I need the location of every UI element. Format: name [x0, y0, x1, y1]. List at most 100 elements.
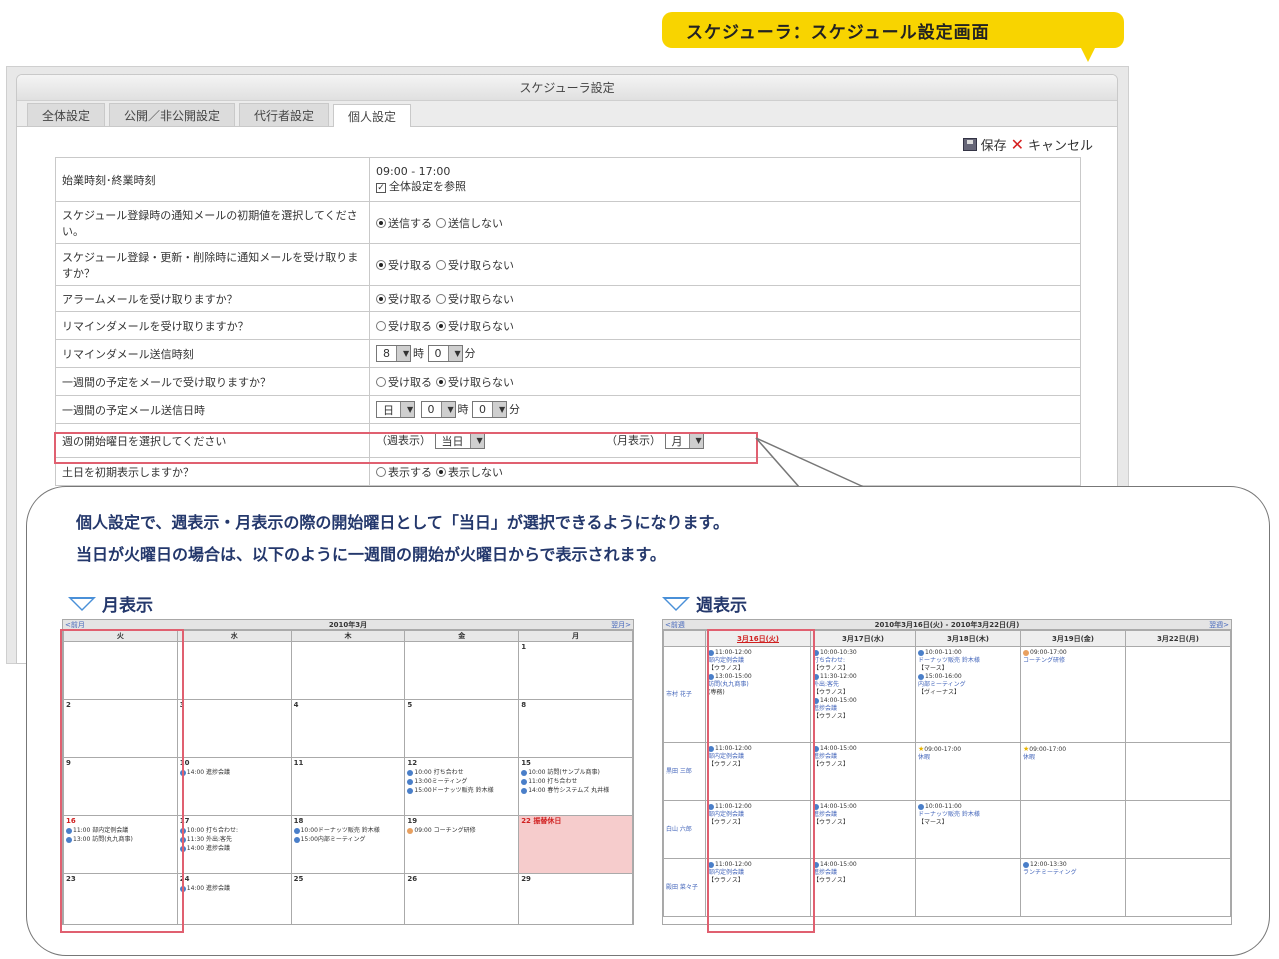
day-cell[interactable]: 8 [518, 699, 633, 758]
schedule-cell[interactable]: 10:00-10:30 打ち合わせ: 【ウラノス】 11:30-12:00 外出:客先【… [810, 646, 916, 743]
tab-visibility[interactable]: 公開／非公開設定 [109, 103, 236, 126]
week-event[interactable]: 14:00-15:00 進捗会議 【ウラノス】 [813, 803, 913, 827]
day-cell[interactable] [176, 641, 292, 700]
use-global-checkbox[interactable]: ✓ [376, 183, 386, 193]
calendar-event[interactable]: 15:00ドーナッツ販売 鈴木様 [407, 786, 516, 795]
day-cell[interactable]: 26 [404, 873, 520, 924]
schedule-cell[interactable]: 14:00-15:00 進捗会議 【ウラノス】 [810, 742, 916, 801]
alarm-no-radio[interactable] [436, 293, 446, 304]
holiday-cell[interactable]: 22 振替休日 [518, 815, 633, 874]
week-event[interactable]: 09:00-17:00 コーチング研修 [1023, 649, 1123, 665]
calendar-event[interactable]: 10:00 打ち合わせ: [179, 826, 289, 835]
day-cell[interactable]: 25 [290, 873, 406, 924]
tab-general[interactable]: 全体設定 [27, 103, 106, 126]
user-name[interactable]: 市村 花子 [663, 646, 706, 743]
day-cell[interactable]: 10 14:00 進捗会議 [176, 757, 292, 816]
receive-no-radio[interactable] [436, 259, 446, 270]
schedule-cell[interactable] [1125, 800, 1231, 859]
day-cell[interactable] [404, 641, 520, 700]
calendar-event[interactable]: 13:00ミーティング [407, 777, 516, 786]
day-cell[interactable]: 5 [404, 699, 520, 758]
alarm-yes-radio[interactable] [376, 293, 386, 304]
schedule-cell[interactable]: 12:00-13:30 ランチミーティング [1020, 858, 1126, 917]
week-event[interactable]: 14:00-15:00 進捗会議 【ウラノス】 [813, 697, 913, 721]
day-cell[interactable]: 3 [176, 699, 292, 758]
week-event[interactable]: ★09:00-17:00 休暇 [918, 745, 1018, 762]
week-event[interactable]: 10:00-10:30 打ち合わせ: 【ウラノス】 [813, 649, 913, 673]
day-cell[interactable]: 1 [518, 641, 633, 700]
weekly-hour-select[interactable]: 0 ▼ [420, 401, 456, 419]
tab-personal[interactable]: 個人設定 [333, 104, 412, 127]
calendar-event[interactable]: 09:00 コーチング研修 [407, 826, 516, 835]
user-name[interactable]: 殿田 菜々子 [663, 858, 706, 917]
date-header[interactable]: 3月18日(木) [915, 630, 1021, 647]
date-header[interactable]: 3月17日(水) [810, 630, 916, 647]
calendar-event[interactable]: 14:00 進捗会議 [179, 884, 289, 893]
reminder-yes-radio[interactable] [376, 320, 386, 331]
schedule-cell[interactable]: 10:00-11:00 ドーナッツ販売 鈴木様 【マース】 [915, 800, 1021, 859]
day-cell[interactable]: 29 [518, 873, 633, 924]
date-header[interactable]: 3月22日(月) [1125, 630, 1231, 647]
notify-nosend-radio[interactable] [436, 217, 446, 228]
week-event[interactable]: 14:00-15:00 進捗会議 【ウラノス】 [813, 745, 913, 769]
schedule-cell[interactable] [915, 858, 1021, 917]
day-cell[interactable]: 24 14:00 進捗会議 [176, 873, 292, 924]
calendar-event[interactable]: 11:30 外出:客先 [179, 835, 289, 844]
schedule-cell[interactable]: 10:00-11:00 ドーナッツ販売 鈴木様 【マース】 15:00-16:00 内部… [915, 646, 1021, 743]
day-cell[interactable]: 4 [290, 699, 406, 758]
schedule-cell[interactable]: 09:00-17:00 コーチング研修 [1020, 646, 1126, 743]
schedule-cell[interactable]: ★09:00-17:00 休暇 [1020, 742, 1126, 801]
weekly-minute-select[interactable]: 0 ▼ [472, 401, 507, 419]
day-cell[interactable]: 19 09:00 コーチング研修 [404, 815, 520, 874]
week-event[interactable]: ★09:00-17:00 休暇 [1023, 745, 1123, 762]
calendar-event[interactable]: 11:00 打ち合わせ [521, 777, 630, 786]
user-name[interactable]: 白山 六郎 [663, 800, 706, 859]
next-week-link[interactable]: 翌週> [1209, 620, 1229, 630]
schedule-cell[interactable]: 14:00-15:00 進捗会議 【ウラノス】 [810, 800, 916, 859]
weekend-show-radio[interactable] [376, 466, 386, 477]
calendar-event[interactable]: 15:00内部ミーティング [293, 835, 403, 844]
day-cell[interactable]: 12 10:00 打ち合わせ 13:00ミーティング 15:00ドーナッツ販売 鈴木様 [404, 757, 520, 816]
schedule-cell[interactable] [1125, 742, 1231, 801]
week-event[interactable]: 14:00-15:00 進捗会議 【ウラノス】 [813, 861, 913, 885]
week-event[interactable]: 15:00-16:00 内部ミーティング 【ヴィーナス】 [918, 673, 1018, 697]
schedule-cell[interactable] [1125, 858, 1231, 917]
day-cell[interactable]: 17 10:00 打ち合わせ: 11:30 外出:客先 14:00 進捗会議 [176, 815, 292, 874]
calendar-event[interactable]: 10:00 打ち合わせ [407, 768, 516, 777]
day-number: 3 [179, 701, 185, 709]
weekly-yes-radio[interactable] [376, 376, 386, 387]
day-cell[interactable] [290, 641, 406, 700]
weekly-no-radio[interactable] [436, 376, 446, 387]
schedule-cell[interactable] [1125, 646, 1231, 743]
save-button[interactable]: 保存 [981, 135, 1007, 154]
reminder-hour-select[interactable]: 8 ▼ [376, 345, 411, 363]
weekend-hide-radio[interactable] [436, 466, 446, 477]
reminder-no-radio[interactable] [436, 320, 446, 331]
schedule-cell[interactable]: ★09:00-17:00 休暇 [915, 742, 1021, 801]
week-event[interactable]: 10:00-11:00 ドーナッツ販売 鈴木様 【マース】 [918, 649, 1018, 673]
calendar-event[interactable]: 14:00 進捗会議 [179, 844, 289, 853]
receive-yes-radio[interactable] [376, 259, 386, 270]
week-event[interactable]: 10:00-11:00 ドーナッツ販売 鈴木様 【マース】 [918, 803, 1018, 827]
week-event[interactable]: 11:30-12:00 外出:客先 【ウラノス】 [813, 673, 913, 697]
day-cell[interactable]: 18 10:00ドーナッツ販売 鈴木様 15:00内部ミーティング [290, 815, 406, 874]
next-month-link[interactable]: 翌月> [611, 620, 631, 630]
tab-proxy[interactable]: 代行者設定 [239, 103, 330, 126]
calendar-event[interactable]: 14:00 春竹システムズ 丸井様 [521, 786, 630, 795]
schedule-cell[interactable]: 14:00-15:00 進捗会議 【ウラノス】 [810, 858, 916, 917]
calendar-event[interactable]: 10:00 訪問(サンプル商事) [521, 768, 630, 777]
day-cell[interactable]: 11 [290, 757, 406, 816]
calendar-event[interactable]: 10:00ドーナッツ販売 鈴木様 [293, 826, 403, 835]
reminder-minute-select[interactable]: 0 ▼ [427, 345, 463, 363]
week-event[interactable]: 12:00-13:30 ランチミーティング [1023, 861, 1123, 877]
date-header[interactable]: 3月19日(金) [1020, 630, 1126, 647]
user-name[interactable]: 黒田 三郎 [663, 742, 706, 801]
notify-send-radio[interactable] [376, 217, 386, 228]
cancel-button[interactable]: キャンセル [1028, 135, 1093, 154]
schedule-cell[interactable] [1020, 800, 1126, 859]
calendar-event[interactable]: 14:00 進捗会議 [179, 768, 289, 777]
day-cell[interactable]: 15 10:00 訪問(サンプル商事) 11:00 打ち合わせ 14:00 春竹システ… [518, 757, 633, 816]
weekly-day-select[interactable]: 日 ▼ [376, 401, 415, 419]
event-icon [407, 787, 414, 794]
callout-text: スケジューラ：スケジュール設定画面 [686, 22, 990, 43]
